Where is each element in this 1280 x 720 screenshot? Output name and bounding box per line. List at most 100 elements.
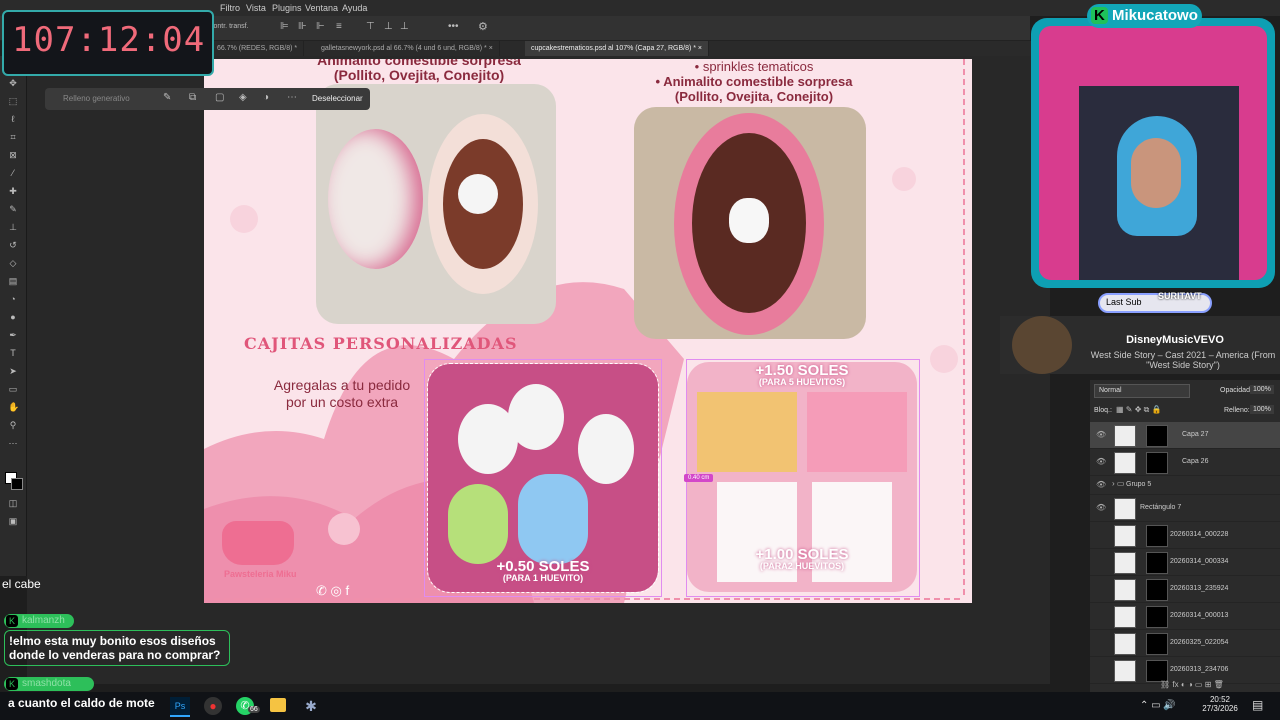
product-line: (Pollito, Ovejita, Conejito) [674,89,834,104]
dodge-tool-icon[interactable]: ● [8,312,18,322]
visibility-eye-icon[interactable]: 👁 [1096,457,1106,466]
align-middle-icon[interactable]: ⊥ [384,21,393,32]
layer-name: Capa 26 [1182,458,1209,465]
product-line: (Pollito, Ovejita, Conejito) [333,67,505,83]
app-taskbar-icon[interactable]: ✱ [302,697,320,715]
tab-cupcakes[interactable]: cupcakestrematicos.psd al 107% (Capa 27,… [525,41,710,56]
adjustment-icon[interactable]: ◑ [263,92,269,103]
eraser-tool-icon[interactable]: ◇ [8,258,18,268]
obs-taskbar-icon[interactable]: ● [204,697,222,715]
layer-actions-icons[interactable]: ⛓ fx ◐ ◑ ▭ ⊞ 🗑 [1160,680,1224,689]
move-tool-icon[interactable]: ✥ [8,78,18,88]
hand-tool-icon[interactable]: ✋ [8,402,19,412]
pen-tool-icon[interactable]: ✒ [8,330,18,340]
crop-tool-icon[interactable]: ⌗ [8,132,18,142]
tray-icons[interactable]: ⌃ ▭ 🔊 [1140,700,1176,711]
shape-tool-icon[interactable]: ▭ [8,384,18,394]
tab-redes[interactable]: 66.7% (REDES, RGB/8) * [211,41,305,56]
align-left-icon[interactable]: ⊫ [280,21,289,32]
layer-thumbnail [1114,579,1136,601]
layer-row[interactable]: 20260314_000013 [1090,603,1280,630]
folder-taskbar-icon[interactable] [270,698,286,712]
photo-egg-open [316,84,556,324]
menu-filter[interactable]: Filtro [220,3,240,13]
type-tool-icon[interactable]: T [8,348,18,358]
measure-badge: 0.40 cm [684,474,714,482]
menu-plugins[interactable]: Plugins [272,3,302,13]
visibility-eye-icon[interactable]: 👁 [1096,480,1106,489]
layer-row[interactable]: 👁 Capa 27 [1090,422,1280,449]
close-icon[interactable]: × [698,45,702,52]
align-top-icon[interactable]: ⊤ [366,21,375,32]
more-icon[interactable]: ⋯ [287,92,297,103]
layer-row[interactable]: 20260325_022054 [1090,630,1280,657]
notification-center-icon[interactable]: ▤ [1252,698,1263,712]
tab-galletas[interactable]: galletasnewyork.psd al 66.7% (4 und 6 un… [315,41,500,56]
layer-group-row[interactable]: 👁 › ▭ Grupo 5 [1090,476,1280,495]
blend-mode-select[interactable]: Normal [1094,384,1190,398]
menu-help[interactable]: Ayuda [342,3,367,13]
deselect-button[interactable]: Deseleccionar [312,94,363,103]
artboard[interactable]: Animalito comestible sorpresa (Pollito, … [204,59,972,603]
menu-window[interactable]: Ventana [305,3,338,13]
close-icon[interactable]: × [489,45,493,52]
product-line: • sprinkles tematicos [694,59,814,74]
now-playing-title: West Side Story – Cast 2021 – America (F… [1090,350,1276,370]
layer-row[interactable]: 20260314_000334 [1090,549,1280,576]
eyedropper-tool-icon[interactable]: ⁄ [8,168,18,178]
now-playing-channel: DisneyMusicVEVO [1126,334,1224,346]
align-right-icon[interactable]: ⊩ [316,21,325,32]
layer-row[interactable]: 👁 Rectángulo 7 [1090,495,1280,522]
more-tools-icon[interactable]: ⋯ [8,438,18,448]
gear-icon[interactable]: ⚙ [478,20,488,33]
top-left-text: Animalito comestible sorpresa (Pollito, … [304,59,534,83]
more-options-icon[interactable]: ••• [448,21,459,32]
lock-icons[interactable]: ▦ ✎ ✥ ⧉ 🔒 [1116,405,1162,415]
brush-icon[interactable]: ✎ [163,92,171,103]
layer-mask [1146,525,1168,547]
tab-label: galletasnewyork.psd al 66.7% (4 und 6 un… [321,45,487,52]
visibility-eye-icon[interactable]: 👁 [1096,430,1106,439]
brush-tool-icon[interactable]: ✎ [8,204,18,214]
generative-fill-button[interactable]: Relleno generativo [63,94,130,103]
chat-text: el cabe [2,577,41,591]
chat-username: kalmanzh [22,615,65,626]
screen-mode-icon[interactable]: ▣ [8,516,18,526]
fill-icon[interactable]: ◈ [239,92,247,103]
menu-view[interactable]: Vista [246,3,266,13]
path-select-icon[interactable]: ➤ [8,366,18,376]
layer-row[interactable]: 20260314_000228 [1090,522,1280,549]
transform-controls-label[interactable]: contr. transf. [210,23,249,30]
layer-name: 20260325_022054 [1170,639,1229,646]
fill-input[interactable]: 100% [1250,405,1274,414]
photoshop-taskbar-icon[interactable]: Ps [170,697,190,717]
contextual-task-bar: Relleno generativo ✎ ⧉ ▢ ◈ ◑ ⋯ Deselecci… [45,88,370,110]
kick-logo-icon: K [6,678,18,690]
quick-mask-icon[interactable]: ◫ [8,498,18,508]
section-title: Cajitas personalizadas [244,334,518,353]
marquee-tool-icon[interactable]: ⬚ [8,96,18,106]
stamp-tool-icon[interactable]: ⊥ [8,222,18,232]
gradient-tool-icon[interactable]: ▤ [8,276,18,286]
history-brush-icon[interactable]: ↺ [8,240,18,250]
layer-row[interactable]: 👁 Capa 26 [1090,449,1280,476]
mask-icon[interactable]: ▢ [215,92,224,103]
opacity-label: Opacidad: [1220,387,1252,394]
selection-bounding-box[interactable] [424,359,662,597]
opacity-input[interactable]: 100% [1250,385,1274,394]
background-color-swatch[interactable] [11,478,23,490]
layer-row[interactable]: 20260313_235924 [1090,576,1280,603]
blur-tool-icon[interactable]: ◔ [8,294,18,304]
transform-icon[interactable]: ⧉ [189,92,196,103]
now-playing-widget: DisneyMusicVEVO West Side Story – Cast 2… [1000,316,1280,374]
clock[interactable]: 20:52 27/3/2026 [1200,695,1240,713]
distribute-icon[interactable]: ≡ [336,21,342,32]
healing-tool-icon[interactable]: ✚ [8,186,18,196]
frame-tool-icon[interactable]: ⊠ [8,150,18,160]
zoom-tool-icon[interactable]: ⚲ [8,420,18,430]
layer-mask [1146,452,1168,474]
align-center-icon[interactable]: ⊪ [298,21,307,32]
visibility-eye-icon[interactable]: 👁 [1096,503,1106,512]
lasso-tool-icon[interactable]: ℓ [8,114,18,124]
align-bottom-icon[interactable]: ⊥ [400,21,409,32]
